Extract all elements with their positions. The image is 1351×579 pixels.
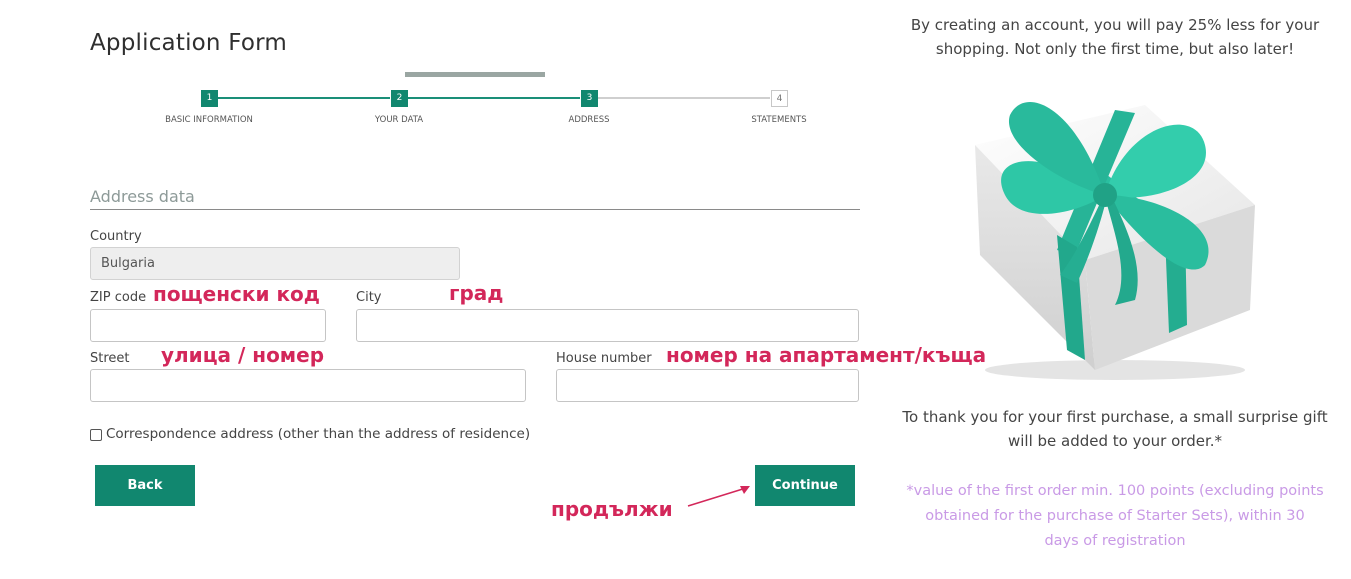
step-2-label: YOUR DATA xyxy=(374,115,424,125)
footnote-line-3: days of registration xyxy=(1044,533,1186,549)
step-1-marker[interactable]: 1 xyxy=(201,90,218,107)
step-2-marker[interactable]: 2 xyxy=(391,90,408,107)
footnote-line-1: *value of the first order min. 100 point… xyxy=(906,483,1324,499)
city-input[interactable] xyxy=(356,309,859,342)
step-connector-3 xyxy=(598,97,770,99)
back-button[interactable]: Back xyxy=(95,465,195,506)
correspondence-label[interactable]: Correspondence address (other than the a… xyxy=(106,426,530,442)
step-4-label: STATEMENTS xyxy=(751,115,807,125)
footnote-text: *value of the first order min. 100 point… xyxy=(880,479,1350,554)
country-input xyxy=(90,247,460,280)
step-4-marker: 4 xyxy=(771,90,788,107)
section-title: Address data xyxy=(90,187,195,206)
country-label: Country xyxy=(90,229,142,244)
street-input[interactable] xyxy=(90,369,526,402)
thanks-text: To thank you for your first purchase, a … xyxy=(880,405,1350,453)
house-number-input[interactable] xyxy=(556,369,859,402)
footnote-line-2: obtained for the purchase of Starter Set… xyxy=(925,508,1305,524)
step-1-label: BASIC INFORMATION xyxy=(165,115,253,125)
step-3-marker[interactable]: 3 xyxy=(581,90,598,107)
annotation-arrow-icon xyxy=(687,486,750,507)
house-number-annotation: номер на апартамент/къща xyxy=(666,343,987,367)
section-divider xyxy=(90,209,860,210)
step-3-label: ADDRESS xyxy=(568,115,610,125)
gift-box-icon xyxy=(975,101,1255,380)
correspondence-checkbox[interactable] xyxy=(90,429,102,441)
thanks-line-2: will be added to your order.* xyxy=(1007,432,1223,450)
city-label: City xyxy=(356,290,382,305)
continue-annotation: продължи xyxy=(551,497,673,521)
promo-top-line-1: By creating an account, you will pay 25%… xyxy=(910,16,1320,34)
progress-indicator xyxy=(405,72,545,77)
zip-input[interactable] xyxy=(90,309,326,342)
house-number-label: House number xyxy=(556,351,652,366)
thanks-line-1: To thank you for your first purchase, a … xyxy=(902,408,1328,426)
promo-top-line-2: shopping. Not only the first time, but a… xyxy=(935,40,1295,58)
promo-top-text: By creating an account, you will pay 25%… xyxy=(880,13,1350,61)
city-annotation: град xyxy=(449,281,504,305)
street-annotation: улица / номер xyxy=(161,343,325,367)
step-connector-1 xyxy=(218,97,390,99)
zip-label: ZIP code xyxy=(90,290,147,305)
zip-annotation: пощенски код xyxy=(153,282,320,306)
continue-button[interactable]: Continue xyxy=(755,465,855,506)
page-title: Application Form xyxy=(90,30,287,56)
street-label: Street xyxy=(90,351,130,366)
step-connector-2 xyxy=(408,97,580,99)
